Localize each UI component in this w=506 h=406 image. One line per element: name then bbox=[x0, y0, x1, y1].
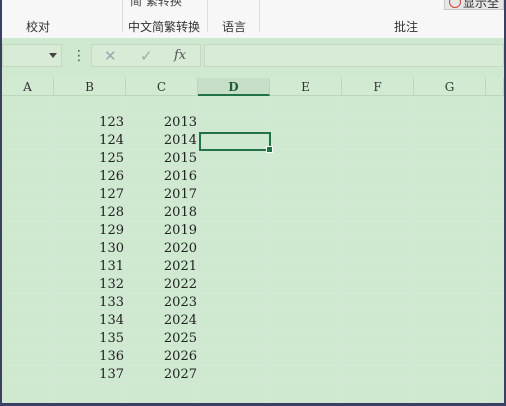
cell-b[interactable]: 126 bbox=[54, 168, 124, 186]
cell-b[interactable]: 136 bbox=[54, 348, 124, 366]
table-row[interactable] bbox=[2, 96, 504, 114]
cell-b[interactable]: 134 bbox=[54, 312, 124, 330]
formula-buttons: ✕ ✓ fx bbox=[91, 44, 201, 67]
more-options-icon[interactable]: ⋮ bbox=[72, 48, 86, 64]
cell-c[interactable]: 2018 bbox=[126, 204, 197, 222]
cell-c[interactable]: 2021 bbox=[126, 258, 197, 276]
chevron-down-icon[interactable] bbox=[49, 53, 57, 58]
column-header-h[interactable] bbox=[486, 78, 504, 96]
column-header-c[interactable]: C bbox=[126, 78, 198, 96]
cell-b[interactable]: 127 bbox=[54, 186, 124, 204]
comment-icon bbox=[449, 0, 461, 8]
cell-c[interactable]: 2023 bbox=[126, 294, 197, 312]
ribbon-group-language: 语言 bbox=[222, 20, 247, 34]
table-row[interactable]: 129 2019 bbox=[2, 222, 504, 240]
table-row[interactable]: 137 2027 bbox=[2, 366, 504, 384]
table-row[interactable]: 125 2015 bbox=[2, 150, 504, 168]
cell-b[interactable]: 131 bbox=[54, 258, 124, 276]
cell-c[interactable]: 2025 bbox=[126, 330, 197, 348]
column-header-f[interactable]: F bbox=[342, 78, 414, 96]
formula-bar: ⋮ ✕ ✓ fx bbox=[2, 38, 504, 78]
insert-function-button[interactable]: fx bbox=[174, 48, 186, 63]
table-row[interactable]: 135 2025 bbox=[2, 330, 504, 348]
table-row[interactable]: 136 2026 bbox=[2, 348, 504, 366]
cell-b[interactable]: 129 bbox=[54, 222, 124, 240]
cell-c[interactable]: 2026 bbox=[126, 348, 197, 366]
table-row[interactable] bbox=[2, 384, 504, 402]
cell-c[interactable]: 2020 bbox=[126, 240, 197, 258]
cell-c[interactable]: 2013 bbox=[126, 114, 197, 132]
chinese-conversion-button[interactable]: 中文简繁转换 bbox=[128, 18, 200, 35]
ribbon: 简 繁转换 校对 中文简繁转换 语言 批注 显示全 bbox=[2, 0, 504, 39]
fill-handle[interactable] bbox=[266, 146, 273, 153]
cell-b[interactable]: 128 bbox=[54, 204, 124, 222]
ribbon-group-comments: 批注 bbox=[394, 20, 419, 34]
cell-b[interactable]: 135 bbox=[54, 330, 124, 348]
cell-c[interactable]: 2015 bbox=[126, 150, 197, 168]
cell-b[interactable]: 125 bbox=[54, 150, 124, 168]
formula-input[interactable] bbox=[204, 44, 504, 67]
column-header-g[interactable]: G bbox=[414, 78, 486, 96]
show-comments-button[interactable]: 显示全 bbox=[444, 0, 504, 10]
check-icon[interactable]: ✓ bbox=[140, 47, 153, 65]
cell-b[interactable]: 130 bbox=[54, 240, 124, 258]
cancel-icon[interactable]: ✕ bbox=[104, 47, 117, 65]
cell-b[interactable]: 124 bbox=[54, 132, 124, 150]
column-header-d[interactable]: D bbox=[198, 78, 270, 96]
selected-cell-d[interactable] bbox=[199, 132, 273, 153]
cell-c[interactable]: 2024 bbox=[126, 312, 197, 330]
ribbon-divider bbox=[259, 0, 260, 32]
table-row[interactable]: 134 2024 bbox=[2, 312, 504, 330]
table-row[interactable]: 123 2013 bbox=[2, 114, 504, 132]
excel-window: 简 繁转换 校对 中文简繁转换 语言 批注 显示全 ⋮ ✕ ✓ fx A B C… bbox=[2, 0, 504, 403]
cell-c[interactable]: 2014 bbox=[126, 132, 197, 150]
cell-c[interactable]: 2017 bbox=[126, 186, 197, 204]
cell-c[interactable]: 2016 bbox=[126, 168, 197, 186]
table-row[interactable]: 126 2016 bbox=[2, 168, 504, 186]
column-header-e[interactable]: E bbox=[270, 78, 342, 96]
table-row[interactable]: 127 2017 bbox=[2, 186, 504, 204]
name-box[interactable] bbox=[2, 44, 62, 67]
cell-b[interactable]: 133 bbox=[54, 294, 124, 312]
show-comments-label: 显示全 bbox=[463, 0, 500, 10]
ribbon-divider bbox=[207, 0, 208, 32]
table-row[interactable]: 130 2020 bbox=[2, 240, 504, 258]
ribbon-partial-command[interactable]: 简 繁转换 bbox=[130, 0, 182, 9]
column-header-a[interactable]: A bbox=[2, 78, 54, 96]
cell-c[interactable]: 2027 bbox=[126, 366, 197, 384]
column-header-b[interactable]: B bbox=[54, 78, 126, 96]
table-row[interactable]: 131 2021 bbox=[2, 258, 504, 276]
table-row[interactable]: 128 2018 bbox=[2, 204, 504, 222]
sheet-grid[interactable]: A B C D E F G 123 2013 124 2014 125 2015 126 20… bbox=[2, 78, 504, 403]
table-row[interactable]: 132 2022 bbox=[2, 276, 504, 294]
cell-b[interactable]: 137 bbox=[54, 366, 124, 384]
table-row[interactable]: 133 2023 bbox=[2, 294, 504, 312]
cell-c[interactable]: 2022 bbox=[126, 276, 197, 294]
cell-b[interactable]: 132 bbox=[54, 276, 124, 294]
cell-b[interactable]: 123 bbox=[54, 114, 124, 132]
ribbon-group-proofing: 校对 bbox=[26, 20, 51, 34]
cell-c[interactable]: 2019 bbox=[126, 222, 197, 240]
ribbon-divider bbox=[122, 0, 123, 32]
